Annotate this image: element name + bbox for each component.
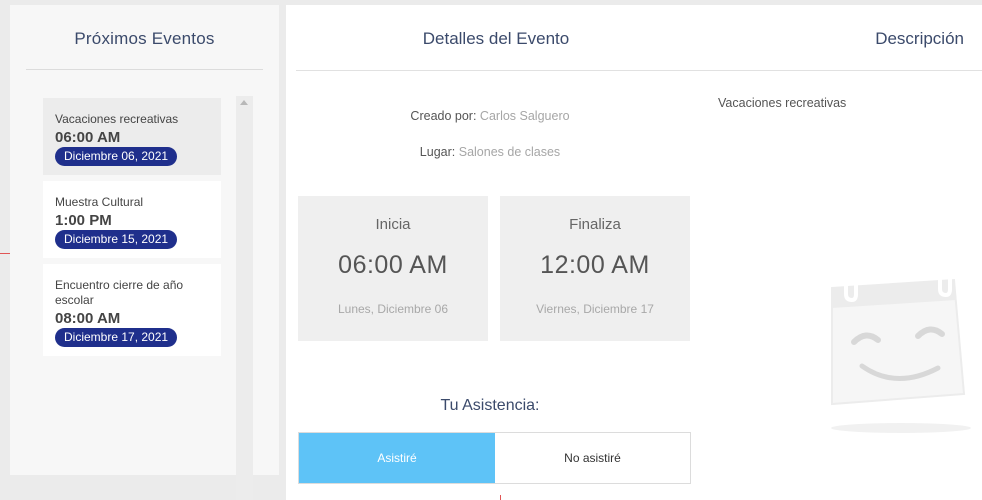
upcoming-events-panel: Próximos Eventos Vacaciones recreativas …	[10, 5, 279, 500]
details-divider	[296, 70, 982, 71]
start-label: Inicia	[375, 216, 411, 233]
event-time: 08:00 AM	[55, 310, 121, 327]
panel-divider	[26, 69, 263, 70]
upcoming-events-title: Próximos Eventos	[74, 29, 215, 48]
event-details-panel: Detalles del Evento Descripción Creado p…	[286, 5, 982, 500]
description-text: Vacaciones recreativas	[718, 96, 847, 110]
start-time-box: Inicia 06:00 AM Lunes, Diciembre 06	[298, 196, 488, 341]
start-day: Lunes, Diciembre 06	[337, 302, 449, 316]
event-date-badge: Diciembre 17, 2021	[55, 328, 178, 347]
event-list: Vacaciones recreativas 06:00 AM Diciembr…	[43, 98, 221, 362]
event-card[interactable]: Vacaciones recreativas 06:00 AM Diciembr…	[43, 98, 221, 175]
event-details-title: Detalles del Evento	[422, 29, 570, 48]
event-name: Encuentro cierre de año escolar	[55, 278, 184, 307]
event-time: 1:00 PM	[55, 212, 112, 229]
event-name: Muestra Cultural	[55, 195, 144, 209]
event-card[interactable]: Muestra Cultural 1:00 PM Diciembre 15, 2…	[43, 181, 221, 258]
end-time-box: Finaliza 12:00 AM Viernes, Diciembre 17	[500, 196, 690, 341]
scroll-up-arrow-icon[interactable]	[240, 100, 248, 105]
created-by-value: Carlos Salguero	[479, 109, 570, 123]
attend-yes-button[interactable]: Asistiré	[299, 433, 495, 483]
event-place: Lugar: Salones de clases	[286, 145, 694, 159]
created-by: Creado por: Carlos Salguero	[286, 109, 694, 123]
start-time: 06:00 AM	[338, 251, 448, 279]
place-label: Lugar:	[419, 145, 456, 159]
attendance-title: Tu Asistencia:	[440, 397, 540, 414]
event-time: 06:00 AM	[55, 129, 121, 146]
event-name: Vacaciones recreativas	[55, 112, 179, 126]
attendance-toggle: Asistiré No asistiré	[298, 432, 691, 484]
end-label: Finaliza	[569, 216, 621, 233]
edge-marker	[500, 495, 501, 500]
place-value: Salones de clases	[458, 145, 561, 159]
attend-no-button[interactable]: No asistiré	[495, 433, 690, 483]
event-list-scrollbar[interactable]	[236, 96, 253, 500]
description-title: Descripción	[875, 29, 964, 48]
event-card[interactable]: Encuentro cierre de año escolar 08:00 AM…	[43, 264, 221, 356]
end-time: 12:00 AM	[540, 251, 650, 279]
smiling-calendar-icon	[831, 273, 971, 433]
created-by-label: Creado por:	[410, 109, 477, 123]
event-date-badge: Diciembre 15, 2021	[55, 230, 178, 249]
event-date-badge: Diciembre 06, 2021	[55, 147, 178, 166]
end-day: Viernes, Diciembre 17	[536, 302, 654, 316]
